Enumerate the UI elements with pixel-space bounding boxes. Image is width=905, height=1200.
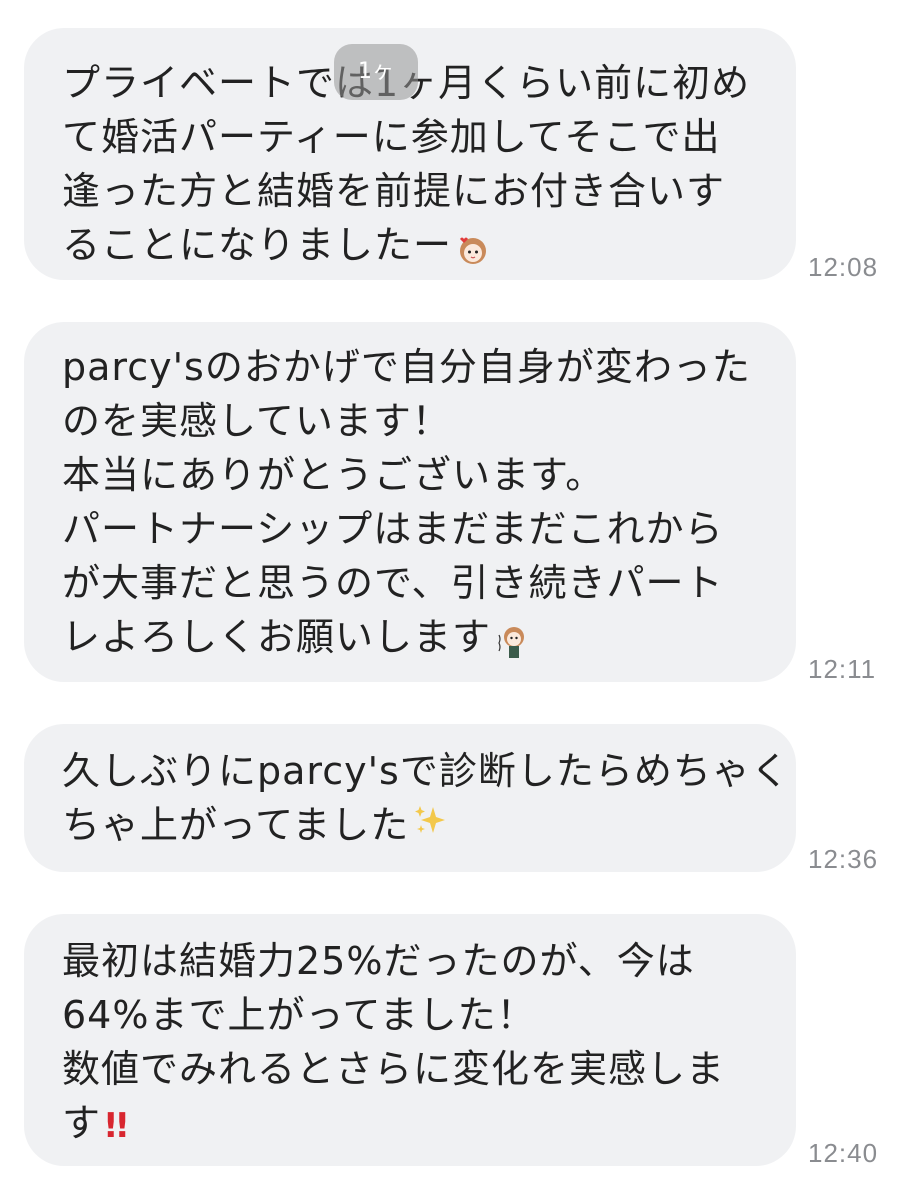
message-line: ちゃ上がってました [62,798,790,855]
message-line: て婚活パーティーに参加してそこで出 [62,115,721,159]
message-line-text: ちゃ上がってました [62,803,410,847]
message-line: す!! [62,1096,725,1153]
message-bubble[interactable]: 最初は結婚力25%だったのが、今は 64%まで上がってました！ 数値でみれるとさ… [24,914,796,1166]
bubble-tail [32,944,62,962]
sparkles-icon [413,801,447,855]
avatar-sticker-icon [495,619,529,658]
message-line-text: レよろしくお願いします [62,615,492,659]
message-line: パートナーシップはまだまだこれから [62,507,724,551]
message-line: 逢った方と結婚を前提にお付き合いす [62,169,726,213]
bubble-tail [32,754,62,772]
timestamp: 12:36 [808,844,879,874]
message-line: 久しぶりにparcy'sで診断したらめちゃく [62,749,790,793]
message-text: 久しぶりにparcy'sで診断したらめちゃく ちゃ上がってました [62,744,790,855]
message-bubble[interactable]: parcy'sのおかげで自分自身が変わった のを実感しています！ 本当にありがと… [24,322,796,682]
timestamp: 12:11 [808,654,877,684]
message-line: parcy'sのおかげで自分自身が変わった [62,345,751,389]
timestamp: 12:08 [808,252,879,282]
message-line: 本当にありがとうございます。 [62,453,605,497]
message-line: のを実感しています！ [62,399,451,443]
message-line: 最初は結婚力25%だったのが、今は [62,939,695,983]
message-text: parcy'sのおかげで自分自身が変わった のを実感しています！ 本当にありがと… [62,340,751,664]
chat-thread: プライベートでは1ヶ月くらい前に初め て婚活パーティーに参加してそこで出 逢った… [0,0,905,1200]
bubble-tail [32,58,62,76]
message-line: 数値でみれるとさらに変化を実感しま [62,1047,726,1091]
double-exclamation-icon: !! [103,1105,130,1146]
message-line: レよろしくお願いします [62,610,751,664]
message-line-text: す [62,1101,102,1145]
avatar-sticker-icon [456,227,490,264]
timestamp: 12:40 [808,1138,879,1168]
unread-badge: 1ヶ [334,44,418,100]
message-line: ることになりましたー [62,218,750,272]
message-line: が大事だと思うので、引き続きパート [62,561,724,605]
message-bubble[interactable]: 久しぶりにparcy'sで診断したらめちゃく ちゃ上がってました [24,724,796,872]
message-line-text: ることになりましたー [62,223,453,267]
message-text: 最初は結婚力25%だったのが、今は 64%まで上がってました！ 数値でみれるとさ… [62,934,725,1153]
bubble-tail [32,352,62,370]
message-line: 64%まで上がってました！ [62,993,536,1037]
